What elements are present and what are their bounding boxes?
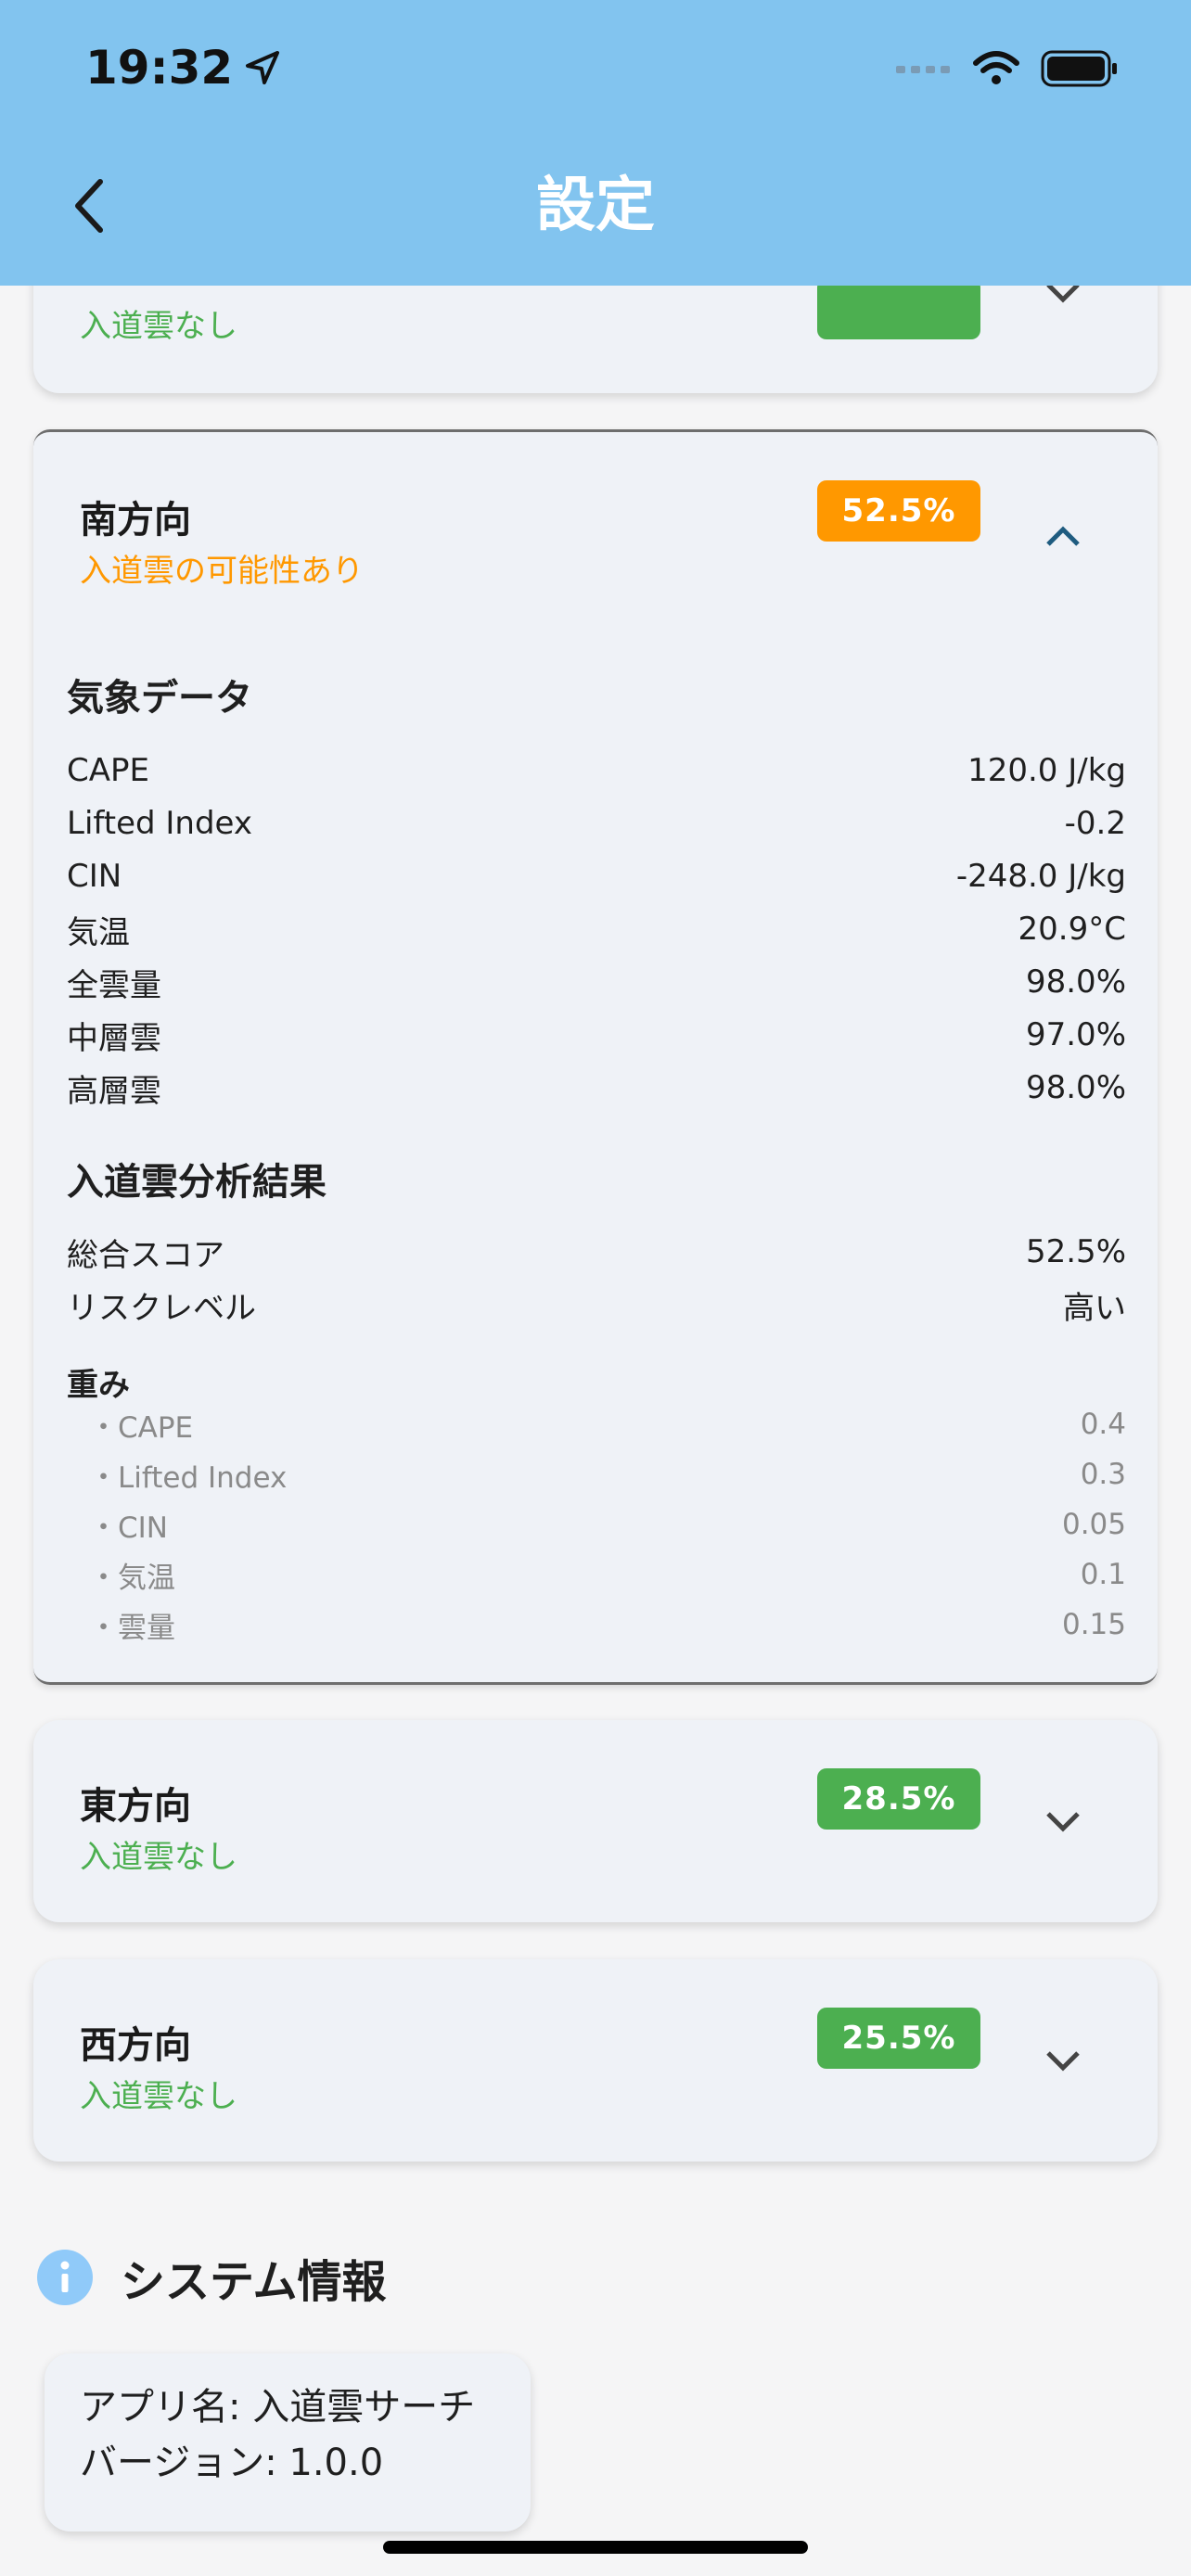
weather-row: 全雲量 98.0% [67,963,1126,1004]
direction-card-east[interactable]: 東方向 入道雲なし 28.5% [33,1720,1158,1922]
app-bar: 19:32 設定 [0,0,1191,286]
settings-screen: 入道雲なし 南方向 入道雲の可能性あり 52.5% 気象データ CAPE 120.… [0,0,1191,2576]
score-badge: 25.5% [817,2008,980,2069]
clock-text: 19:32 [85,41,234,95]
weather-row: 中層雲 97.0% [67,1016,1126,1057]
status-text: 入道雲なし [80,308,237,345]
status-text: 入道雲なし [80,1839,237,1876]
score-badge: 28.5% [817,1768,980,1830]
status-text: 入道雲なし [80,2078,237,2115]
cellular-signal-icon [896,66,950,73]
score-badge [817,278,980,339]
system-info-header: システム情報 [37,2248,387,2308]
page-title: 設定 [536,172,655,240]
home-indicator[interactable] [383,2541,808,2554]
system-info-card: アプリ名: 入道雲サーチ バージョン: 1.0.0 [45,2353,531,2531]
weather-row: 気温 20.9°C [67,911,1126,951]
direction-title: 南方向 [80,499,191,542]
weight-row: ・雲量 0.15 [89,1608,1126,1645]
weight-row: ・Lifted Index 0.3 [89,1458,1126,1495]
direction-title: 東方向 [80,1785,191,1828]
battery-icon [1041,50,1117,87]
chevron-up-icon[interactable] [1035,508,1091,564]
weather-row: CAPE 120.0 J/kg [67,752,1126,789]
chevron-down-icon[interactable] [1035,1794,1091,1850]
weather-data-title: 気象データ [67,677,252,720]
version-text: バージョン: 1.0.0 [80,2442,384,2484]
weather-row: Lifted Index -0.2 [67,805,1126,842]
analysis-row: リスクレベル 高い [67,1289,1126,1327]
analysis-title: 入道雲分析結果 [67,1161,327,1204]
weight-row: ・気温 0.1 [89,1558,1126,1595]
score-badge: 52.5% [817,480,980,542]
chevron-down-icon[interactable] [1035,2034,1091,2089]
weather-row: CIN -248.0 J/kg [67,858,1126,895]
status-bar-time: 19:32 [85,37,281,98]
location-arrow-icon [246,51,280,84]
app-name-text: アプリ名: 入道雲サーチ [80,2386,476,2429]
scroll-content[interactable]: 入道雲なし 南方向 入道雲の可能性あり 52.5% 気象データ CAPE 120.… [0,0,1191,2576]
weights-title: 重み [67,1367,130,1404]
system-info-title: システム情報 [121,2256,387,2308]
status-icons [896,41,1119,96]
wifi-icon [973,51,1019,84]
direction-card-west[interactable]: 西方向 入道雲なし 25.5% [33,1959,1158,2162]
direction-card-south[interactable]: 南方向 入道雲の可能性あり 52.5% 気象データ CAPE 120.0 J/kg… [33,429,1158,1685]
analysis-row: 総合スコア 52.5% [67,1233,1126,1274]
weight-row: ・CIN 0.05 [89,1508,1126,1545]
weather-row: 高層雲 98.0% [67,1069,1126,1110]
weight-row: ・CAPE 0.4 [89,1408,1126,1445]
status-text: 入道雲の可能性あり [80,553,364,590]
info-icon [37,2250,93,2305]
direction-title: 西方向 [80,2024,191,2067]
